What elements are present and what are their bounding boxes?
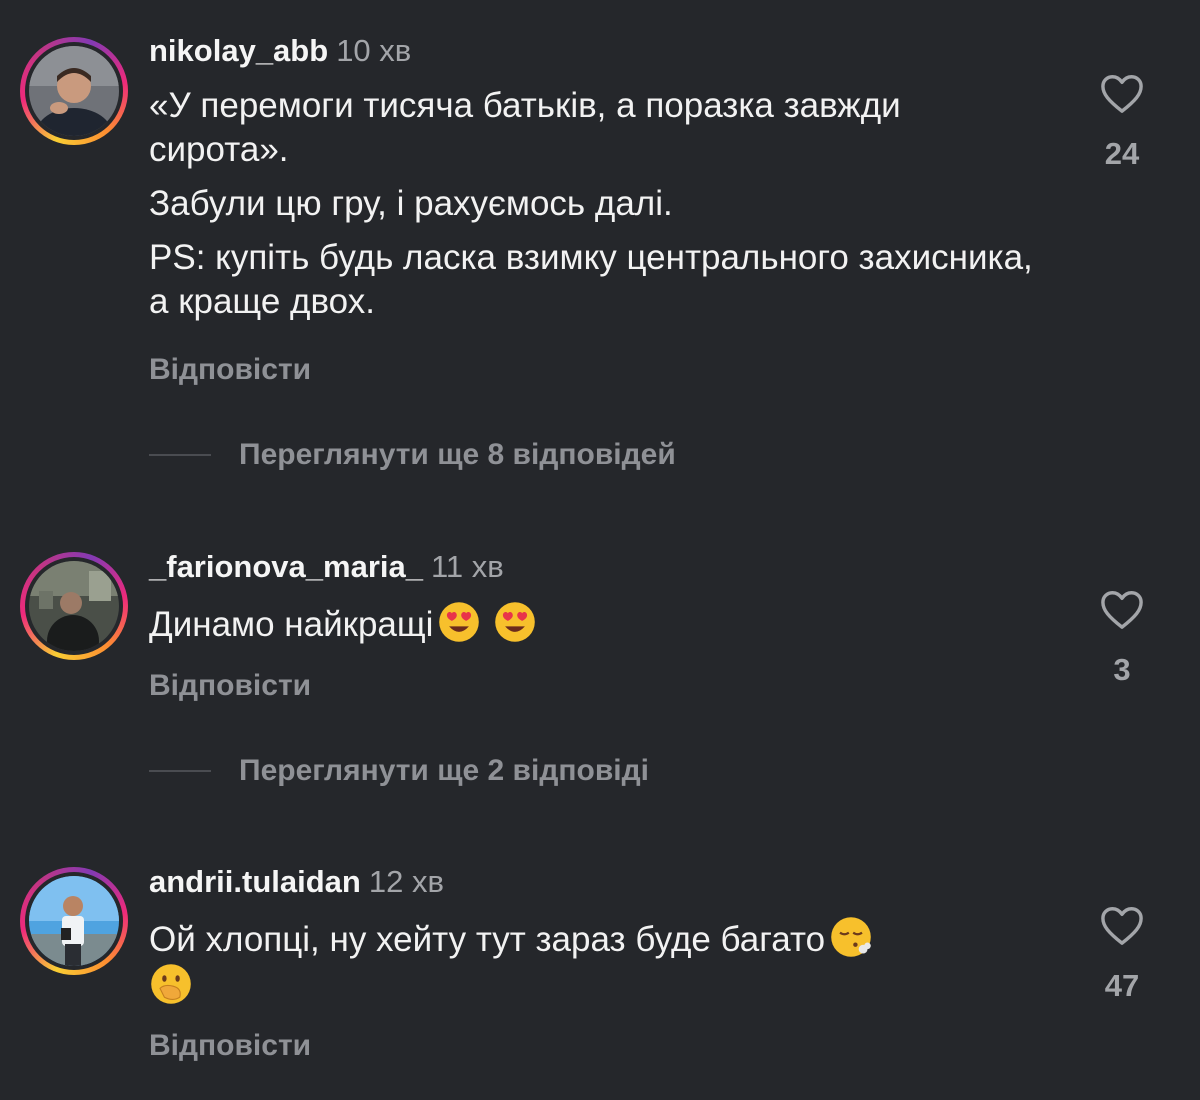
timestamp: 10 хв <box>336 33 412 68</box>
comment-paragraph: «У перемоги тисяча батьків, а поразка за… <box>149 86 901 169</box>
heart-icon[interactable] <box>1099 588 1145 630</box>
avatar[interactable] <box>29 876 119 966</box>
heart-icon[interactable] <box>1099 72 1145 114</box>
comment-header: andrii.tulaidan 12 хв <box>149 862 444 902</box>
comment-text: «У перемоги тисяча батьків, а поразка за… <box>149 84 1049 334</box>
face-with-hand-over-mouth-emoji <box>151 964 191 1004</box>
comment-text: Ой хлопці, ну хейту тут зараз буде багат… <box>149 915 1049 1019</box>
like-count: 3 <box>1113 652 1131 687</box>
reply-button[interactable]: Відповісти <box>149 353 311 387</box>
like-group: 24 <box>1084 72 1160 172</box>
divider-line <box>149 454 211 456</box>
story-ring[interactable] <box>20 867 128 975</box>
story-ring[interactable] <box>20 552 128 660</box>
view-replies-label: Переглянути ще 2 відповіді <box>239 754 649 787</box>
like-group: 3 <box>1084 588 1160 688</box>
view-replies-label: Переглянути ще 8 відповідей <box>239 438 676 471</box>
divider-line <box>149 770 211 772</box>
timestamp: 12 хв <box>368 864 444 899</box>
comment-body: Ой хлопці, ну хейту тут зараз буде багат… <box>149 920 826 959</box>
comment-header: _farionova_maria_ 11 хв <box>149 547 504 587</box>
username[interactable]: _farionova_maria_ <box>149 549 423 584</box>
heart-eyes-emoji <box>495 602 536 642</box>
comment-paragraph: PS: купіть будь ласка взимку центральног… <box>149 238 1033 321</box>
view-replies-button[interactable]: Переглянути ще 2 відповіді <box>149 754 649 788</box>
view-replies-button[interactable]: Переглянути ще 8 відповідей <box>149 438 676 472</box>
comment-paragraph: Забули цю гру, і рахуємось далі. <box>149 184 673 223</box>
reply-button[interactable]: Відповісти <box>149 669 311 703</box>
story-ring[interactable] <box>20 37 128 145</box>
comment-text: Динамо найкращі <box>149 600 1049 657</box>
heart-eyes-emoji <box>439 602 480 642</box>
comment-paragraph: Ой хлопці, ну хейту тут зараз буде багат… <box>149 915 1049 1009</box>
like-count: 47 <box>1104 968 1140 1003</box>
comment-body: Динамо найкращі <box>149 605 434 644</box>
avatar[interactable] <box>29 46 119 136</box>
comment-header: nikolay_abb 10 хв <box>149 31 411 71</box>
timestamp: 11 хв <box>430 549 504 584</box>
face-exhaling-emoji <box>831 917 871 957</box>
like-group: 47 <box>1084 904 1160 1004</box>
avatar[interactable] <box>29 561 119 651</box>
comment-paragraph: Динамо найкращі <box>149 600 1049 647</box>
username[interactable]: nikolay_abb <box>149 33 328 68</box>
heart-icon[interactable] <box>1099 904 1145 946</box>
username[interactable]: andrii.tulaidan <box>149 864 361 899</box>
like-count: 24 <box>1104 136 1140 171</box>
reply-button[interactable]: Відповісти <box>149 1029 311 1063</box>
